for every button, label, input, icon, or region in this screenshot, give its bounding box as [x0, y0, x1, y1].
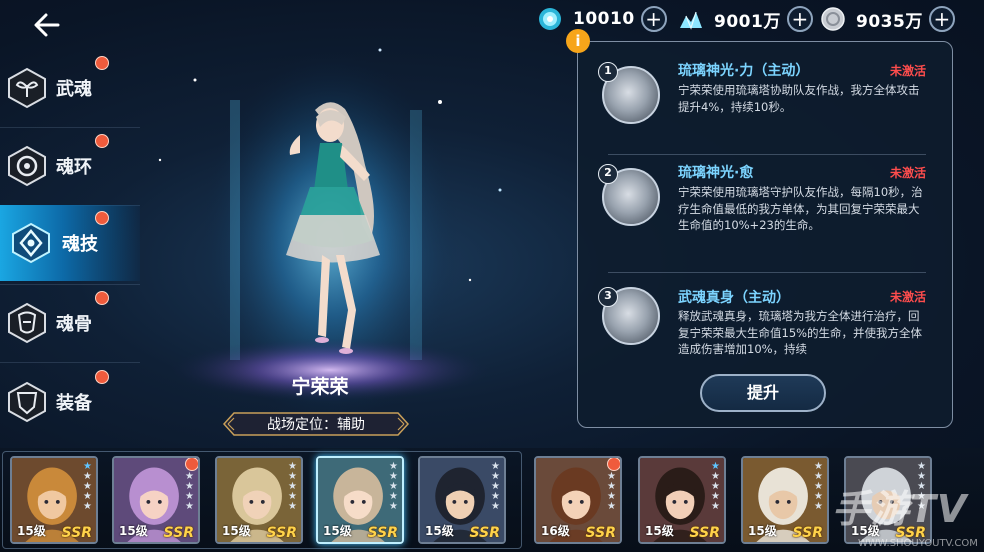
watermark-url: WWW.SHOUYOUTV.COM [858, 538, 978, 549]
hero-level: 16级 [541, 524, 570, 538]
hero-rarity: SSR [689, 525, 720, 541]
divider [0, 362, 140, 363]
notification-dot [95, 291, 109, 305]
skill-title: 琉璃神光·愈 [678, 165, 754, 181]
star-icon: ★ [711, 501, 720, 512]
hero-level: 15级 [119, 524, 148, 538]
hero-rarity: SSR [163, 525, 194, 541]
hero-card[interactable]: ★★★★★ 15级 SSR [10, 456, 98, 544]
skill-description: 宁荣荣使用琉璃塔守护队友作战，每隔10秒，治疗生命值最低的我方单体，为其回复宁荣… [678, 185, 923, 232]
add-silver-button[interactable]: + [928, 6, 955, 32]
hero-rarity: SSR [585, 525, 616, 541]
star-rating: ★★★★★ [490, 462, 501, 512]
hero-card[interactable]: ★★★★★ 15级 SSR [638, 456, 726, 544]
ring-emblem-icon [8, 145, 46, 187]
sidebar-item-hunhuan[interactable]: 魂环 [0, 128, 140, 204]
star-rating: ★★★★★ [710, 462, 721, 512]
diamond-pile-icon [680, 11, 702, 30]
hero-rarity: SSR [61, 525, 92, 541]
hero-level: 15级 [323, 524, 352, 538]
sprout-emblem-icon [8, 67, 46, 109]
hero-level: 15级 [17, 524, 46, 538]
skill-number-badge: 2 [598, 164, 618, 184]
skill-item-3[interactable]: 3 武魂真身（主动） 未激活 释放武魂真身，琉璃塔为我方全体进行治疗，回复宁荣荣… [598, 287, 928, 359]
sidebar-item-zhuangbei[interactable]: 装备 [0, 364, 140, 440]
soul-crystal-amount: 10010 [573, 9, 635, 29]
sidebar-item-label: 装备 [56, 393, 92, 414]
add-soul-crystal-button[interactable]: + [640, 6, 667, 32]
hero-rarity: SSR [792, 525, 823, 541]
role-label: 战场定位：辅助 [267, 417, 365, 433]
hero-level: 15级 [425, 524, 454, 538]
star-icon: ★ [814, 501, 823, 512]
sidebar-item-label: 魂环 [56, 157, 92, 178]
hero-rarity: SSR [367, 525, 398, 541]
star-rating: ★★★★★ [287, 462, 298, 512]
soul-crystal-icon [539, 8, 561, 30]
info-icon[interactable]: i [566, 29, 590, 53]
equipment-emblem-icon [8, 381, 46, 423]
hero-card[interactable]: ★★★★★15级SSR [112, 456, 200, 544]
skill-number-badge: 1 [598, 62, 618, 82]
star-icon: ★ [607, 501, 616, 512]
notification-dot [607, 458, 620, 471]
add-diamond-button[interactable]: + [786, 6, 813, 32]
hero-level: 15级 [645, 524, 674, 538]
silver-amount: 9035万 [856, 11, 923, 32]
bone-emblem-icon [8, 302, 46, 344]
star-rating: ★★★★★ [388, 462, 399, 512]
currency-soul-crystal: 10010 + [537, 4, 667, 34]
hero-card[interactable]: ★★★★★ 15级 SSR [418, 456, 506, 544]
hero-rarity: SSR [266, 525, 297, 541]
divider [608, 154, 926, 155]
diamond-amount: 9001万 [714, 11, 781, 32]
watermark-logo: 手游TV [832, 487, 968, 531]
back-arrow-icon[interactable] [30, 8, 64, 42]
silver-coin-icon [821, 7, 845, 31]
sidebar-item-label: 魂骨 [56, 314, 92, 335]
upgrade-button[interactable]: 提升 [700, 374, 826, 412]
character-model[interactable] [270, 95, 390, 360]
hero-card[interactable]: ★★★★★ 15级 SSR [741, 456, 829, 544]
star-rating: ★★★★★ [82, 462, 93, 512]
hero-rarity: SSR [469, 525, 500, 541]
skill-status: 未激活 [889, 64, 926, 78]
divider [608, 272, 926, 273]
skill-number-badge: 3 [598, 287, 618, 307]
skill-description: 宁荣荣使用琉璃塔协助队友作战，我方全体攻击提升4%，持续10秒。 [678, 83, 920, 114]
hero-level: 15级 [748, 524, 777, 538]
currency-silver: 9035万 + [820, 4, 955, 34]
skill-item-1[interactable]: 1 琉璃神光·力（主动） 未激活 宁荣荣使用琉璃塔协助队友作战，我方全体攻击提升… [598, 62, 928, 146]
hero-card[interactable]: ★★★★★ 15级 SSR [316, 456, 404, 544]
star-icon: ★ [185, 501, 194, 512]
star-icon: ★ [83, 501, 92, 512]
notification-dot [95, 134, 109, 148]
skill-description: 释放武魂真身，琉璃塔为我方全体进行治疗，回复宁荣荣最大生命值15%的生命，并使我… [678, 309, 923, 356]
star-icon: ★ [288, 501, 297, 512]
star-icon: ★ [389, 501, 398, 512]
skill-item-2[interactable]: 2 琉璃神光·愈 未激活 宁荣荣使用琉璃塔守护队友作战，每隔10秒，治疗生命值最… [598, 164, 928, 264]
notification-dot [95, 56, 109, 70]
currency-diamond: 9001万 + [678, 4, 813, 34]
role-plate: 战场定位：辅助 [222, 411, 410, 437]
hero-card[interactable]: ★★★★★16级SSR [534, 456, 622, 544]
hero-level: 15级 [222, 524, 251, 538]
skill-title: 武魂真身（主动） [678, 290, 790, 306]
notification-dot [95, 211, 109, 225]
sidebar-item-label: 魂技 [62, 234, 98, 255]
sidebar-item-label: 武魂 [56, 79, 92, 100]
star-icon: ★ [491, 501, 500, 512]
hero-card[interactable]: ★★★★★ 15级 SSR [215, 456, 303, 544]
character-name: 宁荣荣 [291, 376, 349, 398]
sidebar-item-hunji[interactable]: 魂技 [0, 205, 140, 281]
sidebar-item-wuhun[interactable]: 武魂 [0, 50, 140, 126]
notification-dot [185, 458, 198, 471]
skill-status: 未激活 [889, 166, 926, 180]
star-rating: ★★★★★ [813, 462, 824, 512]
skill-status: 未激活 [889, 290, 926, 304]
notification-dot [95, 370, 109, 384]
skill-title: 琉璃神光·力（主动） [678, 63, 810, 79]
sidebar-item-hungu[interactable]: 魂骨 [0, 285, 140, 361]
skill-emblem-icon [12, 222, 50, 264]
